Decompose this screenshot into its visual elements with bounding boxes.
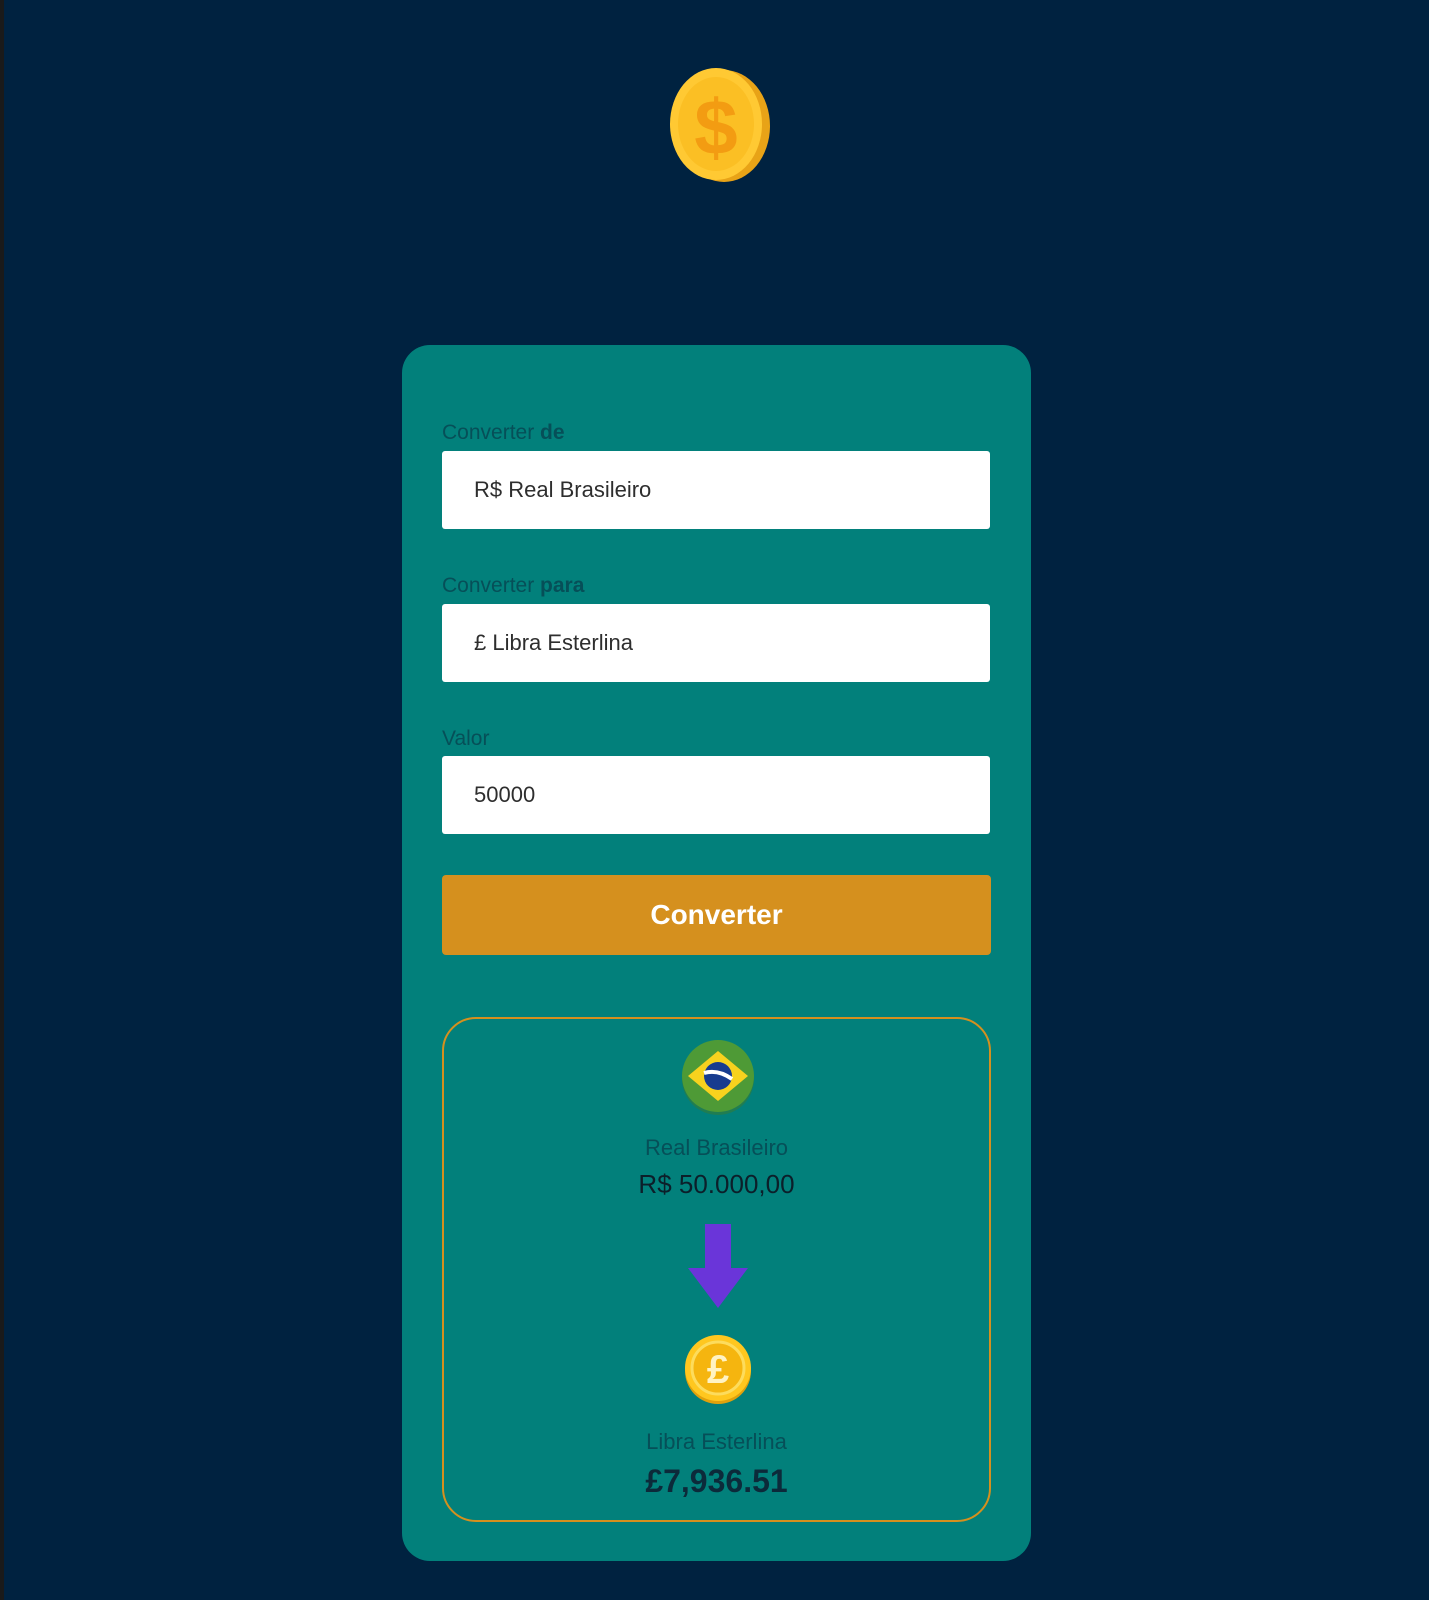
- amount-label: Valor: [442, 727, 490, 750]
- pound-coin-icon: £: [683, 1333, 753, 1405]
- from-currency-value: R$ Real Brasileiro: [474, 477, 652, 502]
- window-edge: [0, 0, 4, 1600]
- to-currency-select[interactable]: £ Libra Esterlina: [442, 604, 990, 682]
- svg-text:$: $: [694, 83, 737, 171]
- to-currency-value: £ Libra Esterlina: [474, 630, 633, 655]
- arrow-down-icon: [688, 1224, 748, 1308]
- result-panel: Real Brasileiro R$ 50.000,00 £ Libra Est…: [442, 1017, 991, 1522]
- converter-card: Converter de R$ Real Brasileiro Converte…: [402, 345, 1031, 1561]
- from-currency-amount: R$ 50.000,00: [638, 1169, 795, 1199]
- from-label: Converter de: [442, 421, 565, 444]
- to-label: Converter para: [442, 574, 585, 597]
- to-currency-amount: £7,936.51: [645, 1463, 788, 1499]
- svg-text:£: £: [707, 1348, 729, 1392]
- from-currency-name: Real Brasileiro: [644, 1135, 789, 1160]
- dollar-coin-icon: $: [668, 66, 772, 186]
- amount-input[interactable]: [442, 756, 990, 834]
- to-currency-name: Libra Esterlina: [646, 1429, 787, 1454]
- brazil-flag-icon: [680, 1039, 756, 1115]
- convert-button[interactable]: Converter: [442, 875, 991, 955]
- from-currency-select[interactable]: R$ Real Brasileiro: [442, 451, 990, 529]
